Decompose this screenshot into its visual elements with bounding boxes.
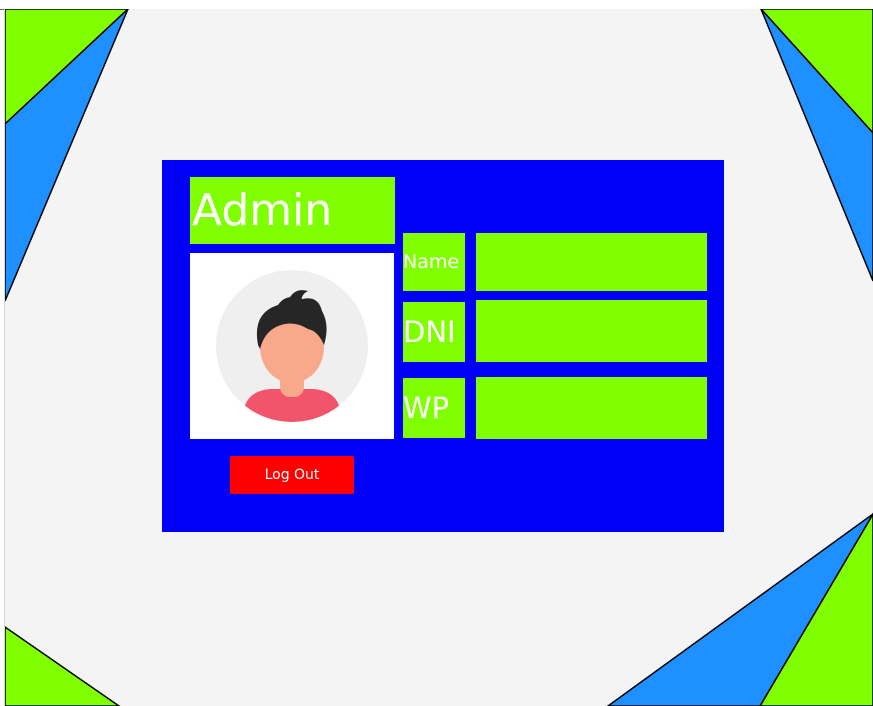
wp-field[interactable]: [476, 377, 707, 439]
user-role-title: Admin: [190, 177, 395, 244]
name-label: Name: [403, 233, 465, 291]
profile-window: Admin Log Out Name DNI WP: [5, 9, 873, 706]
logout-button[interactable]: Log Out: [230, 456, 354, 494]
dni-label: DNI: [403, 302, 465, 362]
user-avatar-icon: [216, 270, 368, 422]
avatar: [190, 253, 394, 439]
wp-label: WP: [403, 378, 465, 438]
name-field[interactable]: [476, 233, 707, 291]
profile-card: Admin Log Out Name DNI WP: [162, 160, 724, 532]
dni-field[interactable]: [476, 300, 707, 362]
corner-triangle-bottom-left-green: [5, 626, 121, 706]
